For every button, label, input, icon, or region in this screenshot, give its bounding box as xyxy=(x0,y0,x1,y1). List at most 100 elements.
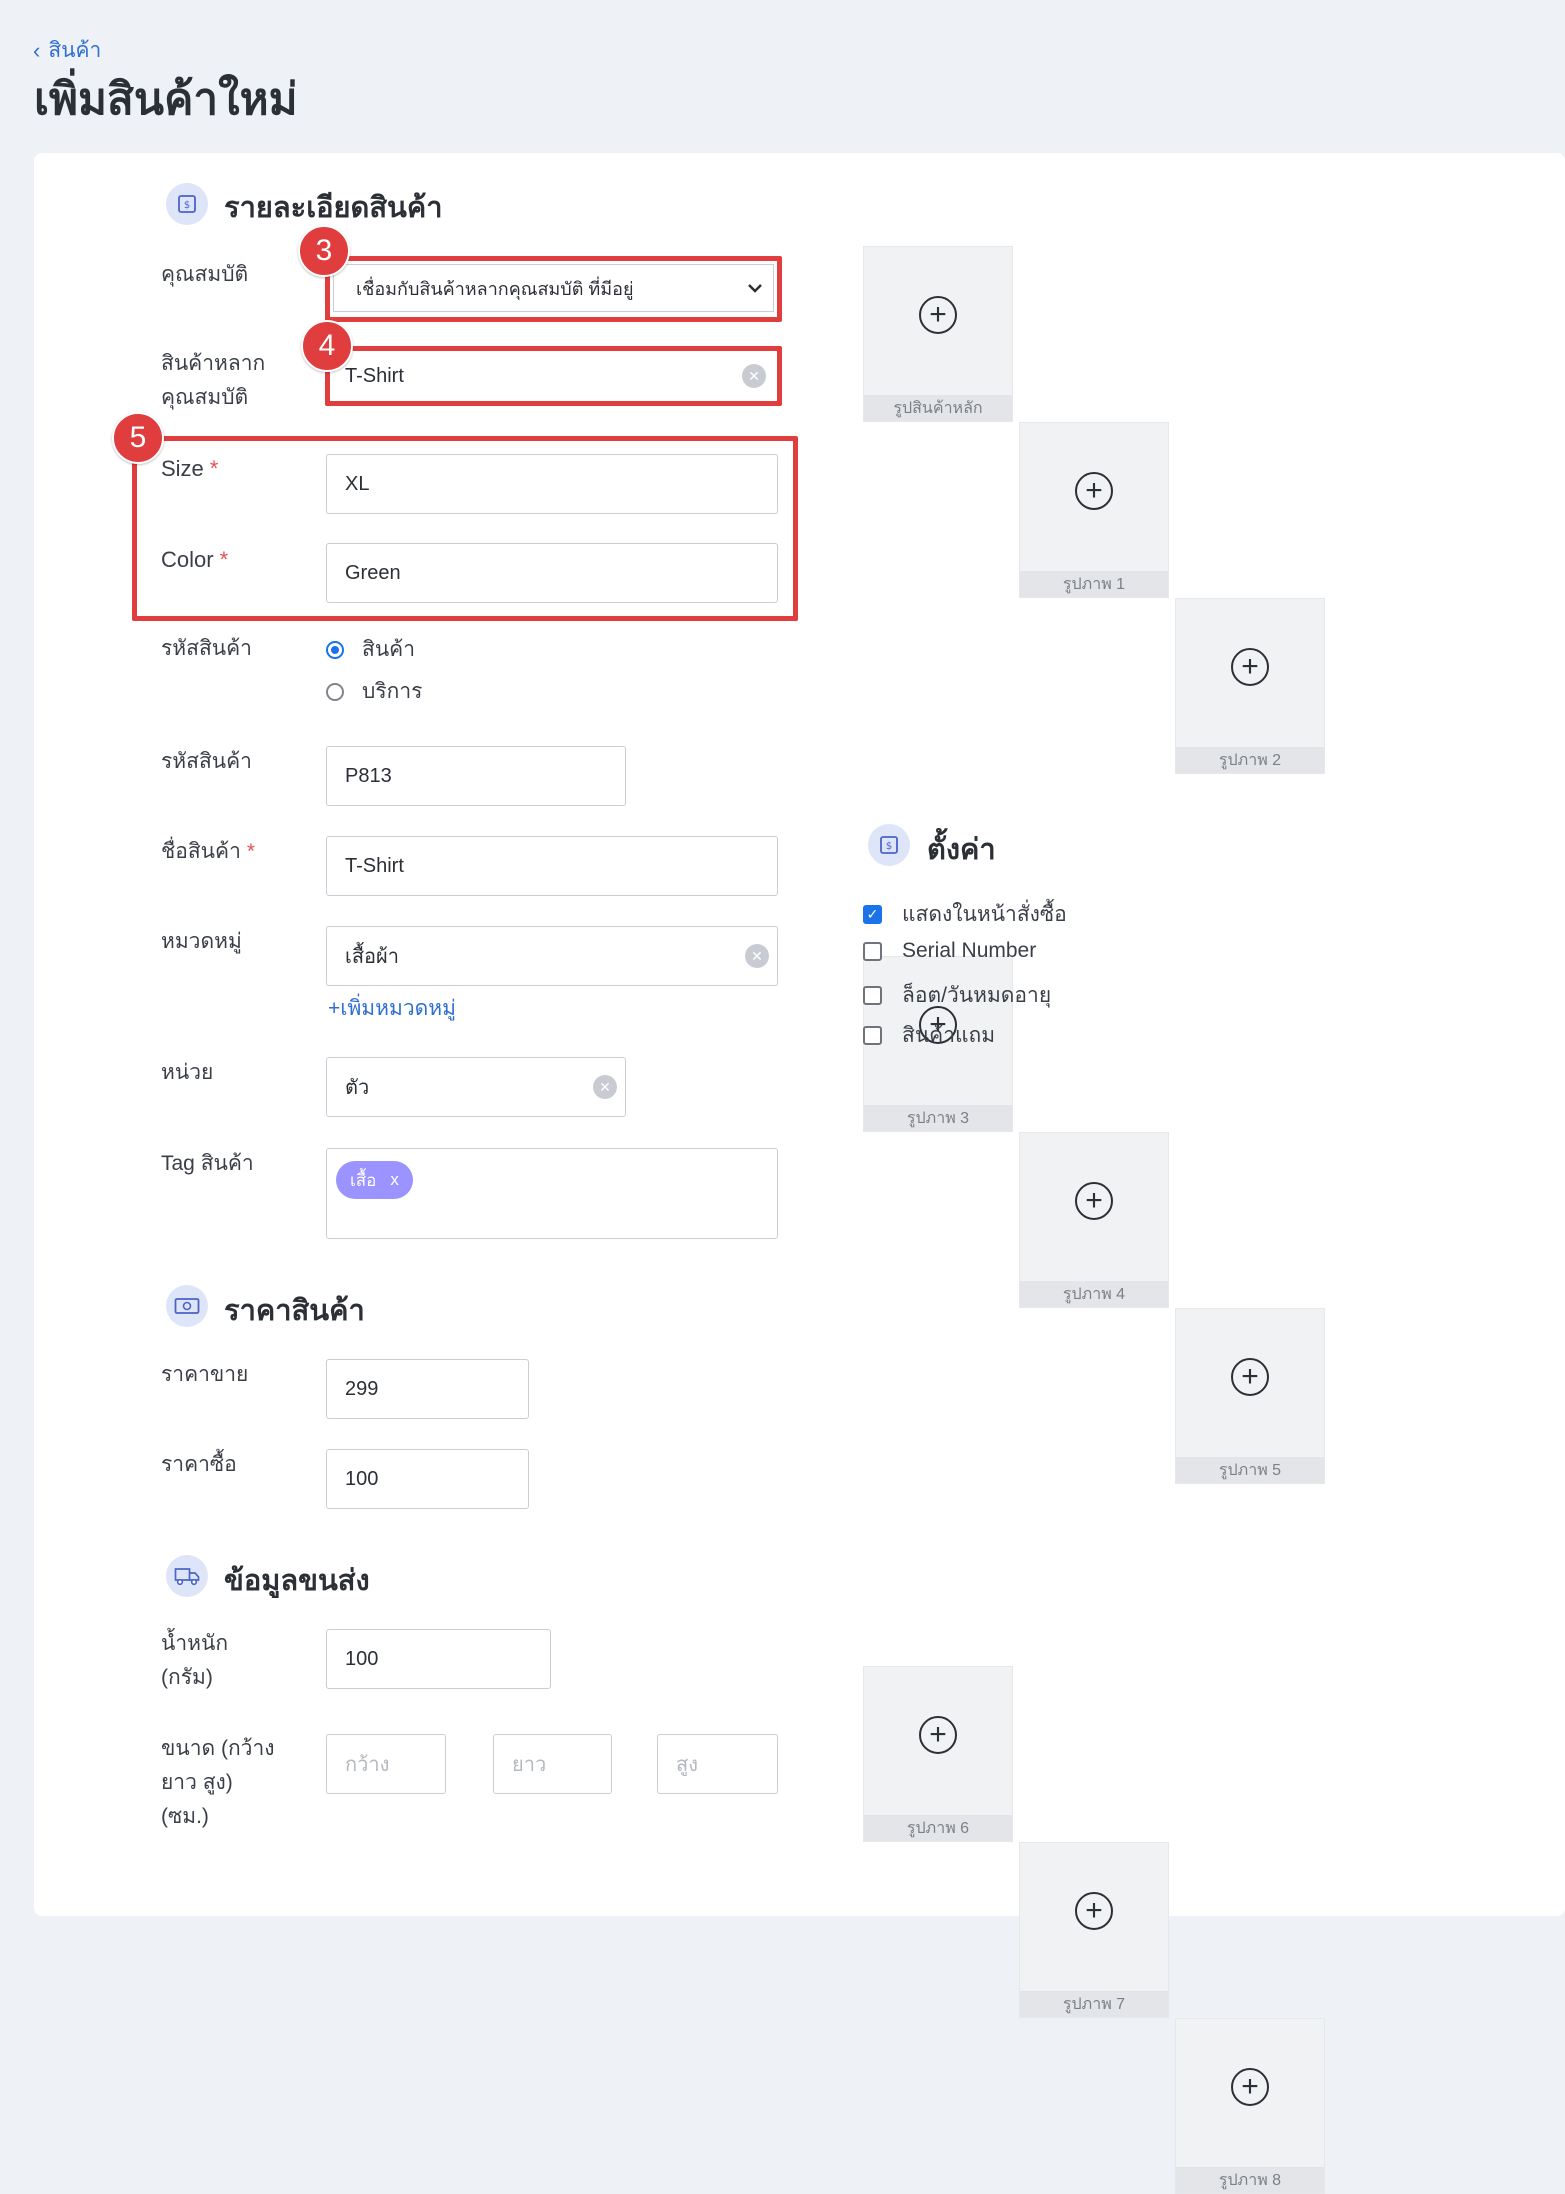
category-label: หมวดหมู่ xyxy=(161,930,242,953)
size-label: Size * xyxy=(161,456,219,481)
code-input[interactable]: P813 xyxy=(326,746,626,806)
tag-remove-icon[interactable]: x xyxy=(390,1170,399,1190)
name-input[interactable]: T-Shirt xyxy=(326,836,778,896)
settings-icon: $ xyxy=(868,824,910,866)
dimension-label-line-1: ขนาด (กว้าง xyxy=(161,1737,275,1760)
radio-product-indicator[interactable] xyxy=(326,640,344,659)
buy-price-label: ราคาซื้อ xyxy=(161,1453,237,1476)
radio-service-label: บริการ xyxy=(362,680,423,703)
tag-chip: เสื้อ x xyxy=(336,1161,413,1199)
product-detail-title: รายละเอียดสินค้า xyxy=(224,192,443,224)
image-slot-caption: รูปภาพ 4 xyxy=(1020,1281,1168,1307)
image-slot-8[interactable]: + รูปภาพ 8 xyxy=(1175,2018,1325,2194)
add-image-icon[interactable]: + xyxy=(919,1716,957,1754)
back-link-label: สินค้า xyxy=(48,39,102,62)
length-input[interactable]: ยาว xyxy=(493,1734,612,1794)
radio-service[interactable]: บริการ xyxy=(326,675,422,708)
product-detail-icon: $ xyxy=(166,183,208,225)
image-slot-caption: รูปภาพ 1 xyxy=(1020,571,1168,597)
category-input-value: เสื้อผ้า xyxy=(345,946,400,968)
clear-icon[interactable]: ✕ xyxy=(742,364,766,388)
chevron-left-icon: ‹ xyxy=(33,37,41,63)
tag-input[interactable]: เสื้อ x xyxy=(326,1148,778,1239)
sell-price-label: ราคาขาย xyxy=(161,1363,249,1386)
color-input[interactable]: Green xyxy=(326,543,778,603)
add-category-link[interactable]: +เพิ่มหมวดหมู่ xyxy=(328,992,456,1025)
name-label: ชื่อสินค้า * xyxy=(161,840,256,863)
image-slot-1[interactable]: + รูปภาพ 1 xyxy=(1019,422,1169,598)
height-input[interactable]: สูง xyxy=(657,1734,778,1794)
chevron-down-icon xyxy=(747,278,763,299)
add-image-icon[interactable]: + xyxy=(1075,1182,1113,1220)
dimension-label-line-2: ยาว สูง) xyxy=(161,1771,233,1794)
sell-price-input[interactable]: 299 xyxy=(326,1359,529,1419)
image-slot-caption: รูปภาพ 5 xyxy=(1176,1457,1324,1483)
unit-input[interactable]: ตัว ✕ xyxy=(326,1057,626,1117)
clear-icon[interactable]: ✕ xyxy=(745,944,769,968)
weight-label: น้ำหนัก (กรัม) xyxy=(161,1627,228,1695)
image-slot-5[interactable]: + รูปภาพ 5 xyxy=(1175,1308,1325,1484)
dimension-label-line-3: (ซม.) xyxy=(161,1805,209,1828)
option-label: สินค้าแถม xyxy=(902,1024,996,1047)
checkbox-checked-icon[interactable]: ✓ xyxy=(863,905,882,924)
image-slot-2[interactable]: + รูปภาพ 2 xyxy=(1175,598,1325,774)
image-slot-caption: รูปภาพ 2 xyxy=(1176,747,1324,773)
radio-product[interactable]: สินค้า xyxy=(326,633,415,666)
dimension-label: ขนาด (กว้าง ยาว สูง) (ซม.) xyxy=(161,1732,275,1834)
add-image-icon[interactable]: + xyxy=(1231,2068,1269,2106)
add-image-icon[interactable]: + xyxy=(1231,648,1269,686)
checkbox-icon[interactable] xyxy=(863,941,882,961)
attribute-select[interactable]: เชื่อมกับสินค้าหลากคุณสมบัติ ที่มีอยู่ xyxy=(333,264,774,312)
variant-input[interactable]: T-Shirt ✕ xyxy=(333,354,774,398)
image-slot-6[interactable]: + รูปภาพ 6 xyxy=(863,1666,1013,1842)
weight-label-line-2: (กรัม) xyxy=(161,1666,213,1689)
radio-product-label: สินค้า xyxy=(362,638,416,661)
image-slot-caption: รูปภาพ 6 xyxy=(864,1815,1012,1841)
image-slot-main[interactable]: + รูปสินค้าหลัก xyxy=(863,246,1013,422)
step-badge-3: 3 xyxy=(298,225,350,277)
checkbox-icon[interactable] xyxy=(863,1026,882,1045)
image-slot-caption: รูปภาพ 3 xyxy=(864,1105,1012,1131)
variant-input-value: T-Shirt xyxy=(345,364,404,387)
add-image-icon[interactable]: + xyxy=(1075,472,1113,510)
option-label: ล็อต/วันหมดอายุ xyxy=(902,984,1052,1007)
radio-service-indicator[interactable] xyxy=(326,682,344,701)
truck-icon xyxy=(166,1555,208,1597)
option-lot-expiry[interactable]: ล็อต/วันหมดอายุ xyxy=(863,979,1051,1012)
price-title: ราคาสินค้า xyxy=(224,1295,365,1327)
image-slot-caption: รูปภาพ 7 xyxy=(1020,1991,1168,2017)
back-link[interactable]: ‹ สินค้า xyxy=(33,34,101,67)
image-slot-caption: รูปภาพ 8 xyxy=(1176,2167,1324,2193)
weight-input[interactable]: 100 xyxy=(326,1629,551,1689)
image-slot-4[interactable]: + รูปภาพ 4 xyxy=(1019,1132,1169,1308)
image-slot-caption: รูปสินค้าหลัก xyxy=(864,395,1012,421)
page-title: เพิ่มสินค้าใหม่ xyxy=(34,75,298,124)
variant-label: สินค้าหลาก คุณสมบัติ xyxy=(161,347,265,415)
svg-text:$: $ xyxy=(886,841,892,852)
form-card xyxy=(34,153,1565,1916)
unit-label: หน่วย xyxy=(161,1061,214,1084)
add-image-icon[interactable]: + xyxy=(919,296,957,334)
buy-price-input[interactable]: 100 xyxy=(326,1449,529,1509)
option-show-on-order[interactable]: ✓ แสดงในหน้าสั่งซื้อ xyxy=(863,898,1067,931)
step-badge-5: 5 xyxy=(112,412,164,464)
checkbox-icon[interactable] xyxy=(863,986,882,1005)
image-slot-7[interactable]: + รูปภาพ 7 xyxy=(1019,1842,1169,2018)
attribute-select-value: เชื่อมกับสินค้าหลากคุณสมบัติ ที่มีอยู่ xyxy=(356,278,634,299)
option-serial-number[interactable]: Serial Number xyxy=(863,939,1036,963)
category-input[interactable]: เสื้อผ้า ✕ xyxy=(326,926,778,986)
size-input[interactable]: XL xyxy=(326,454,778,514)
step-badge-4: 4 xyxy=(301,320,353,372)
option-free-gift[interactable]: สินค้าแถม xyxy=(863,1019,995,1052)
color-label: Color * xyxy=(161,547,229,572)
width-input[interactable]: กว้าง xyxy=(326,1734,446,1794)
add-image-icon[interactable]: + xyxy=(1075,1892,1113,1930)
svg-text:$: $ xyxy=(184,200,190,211)
add-image-icon[interactable]: + xyxy=(1231,1358,1269,1396)
option-label: Serial Number xyxy=(902,939,1037,962)
attribute-label: คุณสมบัติ xyxy=(161,263,249,286)
clear-icon[interactable]: ✕ xyxy=(593,1075,617,1099)
unit-input-value: ตัว xyxy=(345,1077,370,1099)
code-label: รหัสสินค้า xyxy=(161,750,252,773)
tag-chip-label: เสื้อ xyxy=(350,1170,377,1190)
